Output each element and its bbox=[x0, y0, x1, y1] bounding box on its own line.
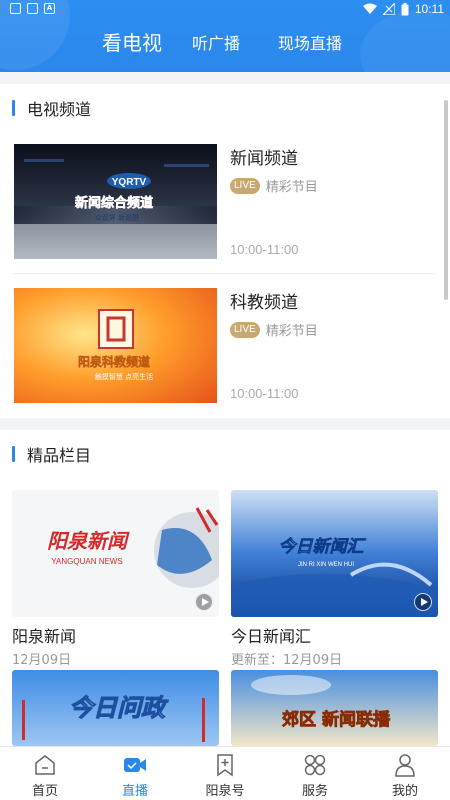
nav-yangquan-hao[interactable]: 阳泉号 bbox=[180, 747, 270, 800]
program-desc: 精彩节目 bbox=[265, 324, 318, 339]
grid-services-icon bbox=[304, 754, 326, 776]
channel-thumbnail[interactable]: 阳泉科教频道 触摸智慧 点亮生活 bbox=[14, 288, 217, 403]
thumb-sub-text: 触摸智慧 点亮生活 bbox=[95, 372, 153, 381]
thumb-title-text: 今日问政 bbox=[69, 694, 169, 722]
live-badge: LIVE bbox=[230, 177, 260, 194]
tab-watch-tv[interactable]: 看电视 bbox=[102, 27, 162, 56]
thumb-sub-text: YANGQUAN NEWS bbox=[51, 557, 122, 566]
top-header: A 10:11 看电视 听广播 现场直播 bbox=[0, 0, 450, 72]
channel-thumbnail[interactable]: YQRTV 新闻综合频道 众观界 新观野 bbox=[14, 144, 217, 259]
program-title: 阳泉新闻 bbox=[12, 627, 77, 646]
program-thumbnail[interactable]: 今日新闻汇 JIN RI XIN WEN HUI bbox=[231, 490, 438, 617]
channel-live-info: LIVE 精彩节目 bbox=[230, 176, 318, 195]
image-notification-icon bbox=[27, 3, 38, 14]
program-thumbnail[interactable]: 郊区 新闻联播 bbox=[231, 670, 438, 746]
program-card-today-politics[interactable]: 今日问政 bbox=[12, 670, 219, 746]
user-icon bbox=[395, 754, 415, 777]
thumb-sub-text: 众观界 新观野 bbox=[95, 213, 139, 222]
program-thumbnail[interactable]: 今日问政 bbox=[12, 670, 219, 746]
section-accent-bar bbox=[12, 446, 15, 462]
program-card-district-news[interactable]: 郊区 新闻联播 bbox=[231, 670, 438, 746]
signal-icon bbox=[382, 3, 395, 15]
section-title-text: 电视频道 bbox=[27, 100, 92, 119]
section-title: 电视频道 bbox=[12, 96, 91, 120]
notification-icon bbox=[10, 3, 21, 14]
live-camera-icon bbox=[124, 758, 146, 772]
channel-live-info: LIVE 精彩节目 bbox=[230, 320, 318, 339]
nav-label: 首页 bbox=[31, 784, 58, 799]
channel-item-news[interactable]: YQRTV 新闻综合频道 众观界 新观野 新闻频道 LIVE 精彩节目 10:0… bbox=[14, 144, 436, 262]
channel-item-science[interactable]: 阳泉科教频道 触摸智慧 点亮生活 科教频道 LIVE 精彩节目 10:00-11… bbox=[14, 288, 436, 406]
nav-label: 阳泉号 bbox=[205, 784, 245, 799]
program-date: 12月09日 bbox=[12, 653, 72, 668]
program-card-today-news[interactable]: 今日新闻汇 JIN RI XIN WEN HUI 今日新闻汇 更新至：12月09… bbox=[231, 490, 438, 668]
clock: 10:11 bbox=[414, 2, 444, 16]
bottom-nav: 首页 直播 阳泉号 服务 我的 bbox=[0, 746, 450, 800]
program-thumbnail[interactable]: 阳泉新闻 YANGQUAN NEWS bbox=[12, 490, 219, 617]
thumb-title-text: 阳泉科教频道 bbox=[78, 354, 150, 369]
nav-live[interactable]: 直播 bbox=[90, 747, 180, 800]
section-accent-bar bbox=[12, 100, 15, 116]
thumb-sub-text: JIN RI XIN WEN HUI bbox=[298, 562, 354, 568]
thumb-title-text: 新闻综合频道 bbox=[75, 195, 153, 211]
home-icon bbox=[35, 755, 55, 775]
program-time: 10:00-11:00 bbox=[230, 242, 299, 257]
program-card-yangquan-news[interactable]: 阳泉新闻 YANGQUAN NEWS 阳泉新闻 12月09日 bbox=[12, 490, 219, 668]
program-desc: 精彩节目 bbox=[265, 180, 318, 195]
play-icon[interactable] bbox=[414, 593, 432, 611]
program-time: 10:00-11:00 bbox=[230, 386, 299, 401]
wifi-icon bbox=[362, 3, 377, 14]
status-bar: A 10:11 bbox=[0, 0, 450, 20]
tab-live-broadcast[interactable]: 现场直播 bbox=[278, 30, 342, 54]
thumb-title-text: 郊区 新闻联播 bbox=[282, 709, 391, 730]
program-title: 今日新闻汇 bbox=[231, 627, 312, 646]
divider bbox=[14, 273, 436, 274]
nav-home[interactable]: 首页 bbox=[0, 747, 90, 800]
featured-programs-section: 精品栏目 阳泉新闻 YANGQUAN NEWS 阳泉新闻 12月09日 今日新闻… bbox=[0, 430, 450, 746]
channel-name: 科教频道 bbox=[230, 293, 298, 313]
top-tabs: 看电视 听广播 现场直播 bbox=[0, 30, 450, 60]
tab-radio[interactable]: 听广播 bbox=[192, 30, 240, 54]
battery-icon bbox=[401, 2, 409, 15]
thumb-title-text: 今日新闻汇 bbox=[279, 537, 367, 557]
channel-name: 新闻频道 bbox=[230, 149, 298, 169]
tv-channels-section: 电视频道 YQRTV 新闻综合频道 众观界 新观野 新闻频道 LIVE 精彩节目… bbox=[0, 84, 450, 418]
nav-services[interactable]: 服务 bbox=[270, 747, 360, 800]
nav-label: 直播 bbox=[121, 784, 148, 799]
play-icon[interactable] bbox=[195, 593, 213, 611]
nav-label: 服务 bbox=[301, 784, 328, 799]
nav-label: 我的 bbox=[391, 784, 418, 799]
section-title: 精品栏目 bbox=[12, 442, 91, 466]
channel-logo-text: YQRTV bbox=[112, 177, 147, 188]
thumb-title-text: 阳泉新闻 bbox=[47, 529, 130, 553]
program-date: 更新至：12月09日 bbox=[231, 653, 343, 668]
scrollbar[interactable] bbox=[444, 100, 448, 300]
bookmark-plus-icon bbox=[217, 754, 233, 777]
section-title-text: 精品栏目 bbox=[27, 446, 92, 465]
live-badge: LIVE bbox=[230, 321, 260, 338]
nav-mine[interactable]: 我的 bbox=[360, 747, 450, 800]
a-notification-icon: A bbox=[44, 3, 55, 14]
